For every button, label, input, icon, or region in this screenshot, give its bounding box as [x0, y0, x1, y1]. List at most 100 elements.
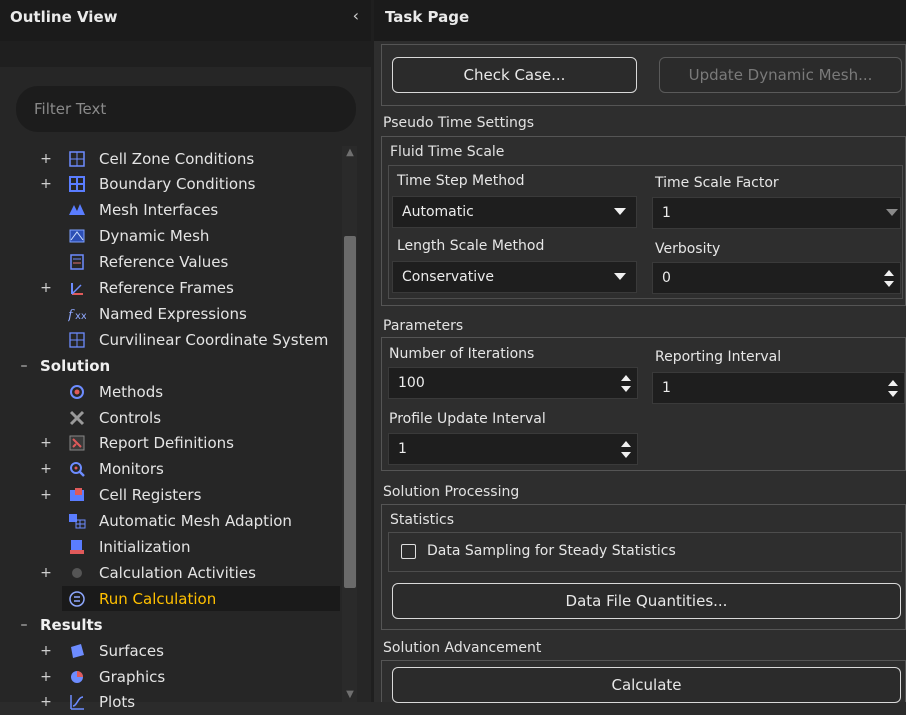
spinner-arrows-icon[interactable] [884, 268, 894, 290]
verbosity-spinbox[interactable]: 0 [652, 262, 901, 294]
tree-item-graphics[interactable]: + Graphics [0, 664, 340, 689]
spinner-arrows-icon[interactable] [888, 378, 898, 400]
tree-item-results[interactable]: – Results [0, 612, 340, 637]
chevron-down-icon [614, 208, 626, 215]
profile-update-interval-label: Profile Update Interval [389, 411, 546, 427]
expand-icon[interactable]: + [40, 461, 52, 477]
tree-item-calculation-activities[interactable]: + Calculation Activities [0, 560, 340, 585]
statistics-label: Statistics [390, 512, 454, 528]
tree-item-label: Curvilinear Coordinate System [99, 330, 329, 349]
data-file-quantities-button[interactable]: Data File Quantities... [392, 583, 901, 619]
calculation-activities-icon [68, 564, 86, 582]
spinner-arrows-icon[interactable] [621, 373, 631, 395]
expand-icon[interactable]: + [40, 694, 52, 710]
graphics-icon [68, 668, 86, 686]
cell-registers-icon [68, 486, 86, 504]
dynamic-mesh-icon [68, 227, 86, 245]
tree-item-label: Monitors [99, 460, 164, 479]
task-page-panel: Task Page Check Case... Update Dynamic M… [371, 0, 906, 703]
tree-item-run-calculation[interactable]: Run Calculation [62, 586, 340, 612]
tree-item-curvilinear-coordinate-system[interactable]: Curvilinear Coordinate System [0, 327, 340, 352]
cell-zone-icon [68, 150, 86, 168]
chevron-left-icon[interactable]: ‹ [353, 6, 359, 25]
tree-item-mesh-interfaces[interactable]: Mesh Interfaces [0, 198, 340, 223]
reference-values-icon [68, 253, 86, 271]
expand-icon[interactable]: + [40, 176, 52, 192]
scroll-up-icon[interactable]: ▲ [344, 148, 356, 158]
tree-item-solution[interactable]: – Solution [0, 353, 340, 378]
tree-item-boundary-conditions[interactable]: + Boundary Conditions [0, 172, 340, 197]
collapse-icon[interactable]: – [18, 358, 30, 374]
expand-icon[interactable]: + [40, 643, 52, 659]
tree-item-label: Calculation Activities [99, 563, 256, 582]
profile-update-interval-value: 1 [398, 441, 407, 457]
solution-processing-label: Solution Processing [383, 484, 520, 500]
task-page-header: Task Page [374, 0, 906, 41]
tree-item-label: Surfaces [99, 641, 164, 660]
parameters-label: Parameters [383, 318, 464, 334]
filter-text-input[interactable]: Filter Text [16, 86, 356, 132]
data-sampling-label: Data Sampling for Steady Statistics [427, 543, 676, 559]
expand-icon[interactable]: + [40, 151, 52, 167]
tree-item-named-expressions[interactable]: f xx Named Expressions [0, 301, 340, 326]
chevron-down-icon [886, 209, 898, 216]
expand-icon[interactable]: + [40, 487, 52, 503]
time-step-method-select[interactable]: Automatic [392, 196, 637, 228]
report-definitions-icon [68, 434, 86, 452]
tree-item-controls[interactable]: Controls [0, 405, 340, 430]
number-of-iterations-value: 100 [398, 375, 425, 391]
svg-text:xx: xx [75, 311, 86, 322]
tree-item-label: Reference Values [99, 253, 229, 272]
fluid-time-scale-label: Fluid Time Scale [390, 144, 505, 160]
length-scale-method-value: Conservative [402, 269, 495, 285]
tree-item-reference-values[interactable]: Reference Values [0, 250, 340, 275]
tree-item-methods[interactable]: Methods [0, 379, 340, 404]
pane-divider[interactable] [371, 0, 374, 702]
length-scale-method-select[interactable]: Conservative [392, 261, 637, 293]
collapse-icon[interactable]: – [18, 617, 30, 633]
tree-item-cell-zone-conditions[interactable]: + Cell Zone Conditions [0, 146, 340, 171]
outline-scrollbar-thumb[interactable] [344, 236, 356, 588]
data-sampling-checkbox[interactable] [401, 543, 416, 559]
task-page-title: Task Page [385, 8, 470, 26]
chevron-down-icon [614, 273, 626, 280]
tree-item-monitors[interactable]: + Monitors [0, 457, 340, 482]
tree-item-label: Dynamic Mesh [99, 227, 210, 246]
monitors-icon [68, 460, 86, 478]
expand-icon[interactable]: + [40, 669, 52, 685]
plots-icon [68, 693, 86, 711]
tree-item-plots[interactable]: + Plots [0, 690, 340, 715]
expand-icon[interactable]: + [40, 565, 52, 581]
scroll-down-icon[interactable]: ▼ [344, 690, 356, 700]
spinner-arrows-icon[interactable] [621, 439, 631, 461]
tree-item-label: Run Calculation [99, 589, 217, 608]
tree-item-cell-registers[interactable]: + Cell Registers [0, 483, 340, 508]
number-of-iterations-spinbox[interactable]: 100 [388, 367, 638, 399]
outline-view-panel: Outline View ‹ Filter Text + Cell Zone Co… [0, 0, 371, 711]
time-scale-factor-combo[interactable]: 1 [652, 197, 901, 229]
tree-item-automatic-mesh-adaption[interactable]: Automatic Mesh Adaption [0, 509, 340, 534]
data-sampling-checkbox-row[interactable]: Data Sampling for Steady Statistics [401, 543, 676, 559]
tree-item-label: Named Expressions [99, 304, 247, 323]
tree-item-label: Initialization [99, 538, 191, 556]
tree-item-initialization[interactable]: Initialization [0, 535, 340, 560]
update-dynamic-mesh-button[interactable]: Update Dynamic Mesh... [659, 57, 902, 93]
verbosity-value: 0 [662, 270, 671, 286]
tree-item-reference-frames[interactable]: + Reference Frames [0, 276, 340, 301]
length-scale-method-label: Length Scale Method [397, 238, 545, 254]
profile-update-interval-spinbox[interactable]: 1 [388, 433, 638, 465]
check-case-button[interactable]: Check Case... [392, 57, 637, 93]
expand-icon[interactable]: + [40, 435, 52, 451]
tree-item-report-definitions[interactable]: + Report Definitions [0, 431, 340, 456]
expand-icon[interactable]: + [40, 280, 52, 296]
reporting-interval-value: 1 [662, 380, 671, 396]
tree-item-surfaces[interactable]: + Surfaces [0, 638, 340, 663]
time-step-method-value: Automatic [402, 204, 474, 220]
boundary-conditions-icon [68, 175, 86, 193]
reporting-interval-spinbox[interactable]: 1 [652, 372, 905, 404]
named-expressions-icon: f xx [68, 305, 86, 323]
number-of-iterations-label: Number of Iterations [389, 346, 535, 362]
filter-placeholder: Filter Text [34, 100, 107, 118]
calculate-button[interactable]: Calculate [392, 667, 901, 703]
tree-item-dynamic-mesh[interactable]: Dynamic Mesh [0, 224, 340, 249]
